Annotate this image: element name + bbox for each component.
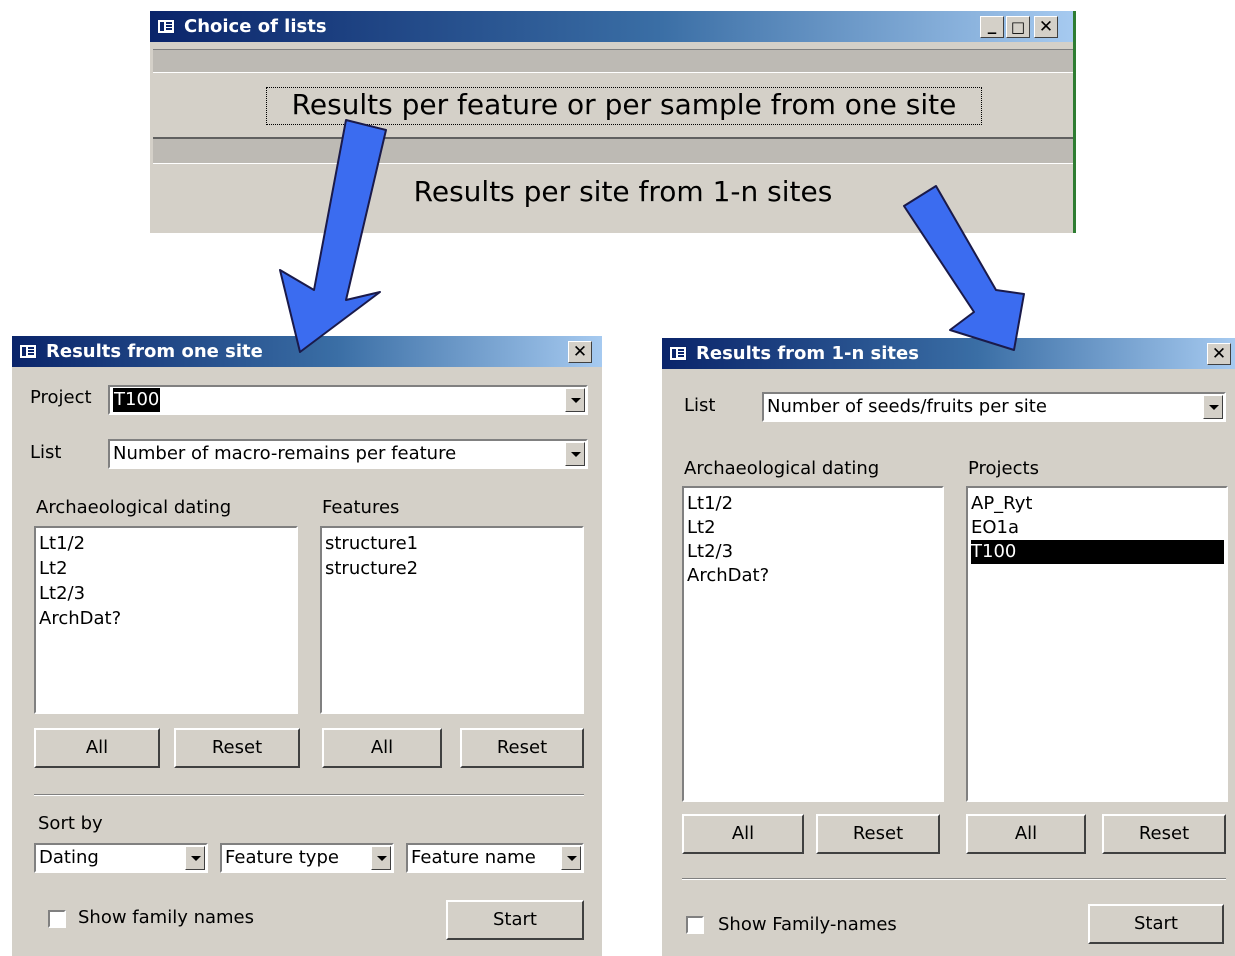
sort-by-label: Sort by [38, 813, 103, 834]
multi-site-title: Results from 1-n sites [696, 343, 919, 364]
projects-listbox[interactable]: AP_Ryt EO1a T100 [966, 486, 1228, 802]
band-top [153, 49, 1073, 73]
project-combo[interactable]: T100 [108, 385, 588, 415]
list-item[interactable]: Lt1/2 [39, 532, 85, 556]
list-item[interactable]: structure1 [325, 532, 418, 556]
divider [682, 878, 1226, 880]
dating-all-button[interactable]: All [34, 728, 160, 768]
list-combo[interactable]: Number of seeds/fruits per site [762, 392, 1226, 422]
list-item[interactable]: EO1a [971, 516, 1019, 540]
list-item[interactable]: Lt2 [39, 557, 68, 581]
one-site-title: Results from one site [46, 341, 263, 362]
list-item[interactable]: ArchDat? [39, 607, 121, 631]
dating-listbox[interactable]: Lt1/2 Lt2 Lt2/3 ArchDat? [34, 526, 298, 714]
close-icon[interactable]: ✕ [1207, 343, 1231, 365]
chevron-down-icon[interactable] [371, 846, 391, 870]
dating-reset-button[interactable]: Reset [816, 814, 940, 854]
projects-reset-button[interactable]: Reset [1102, 814, 1226, 854]
list-value: Number of macro-remains per feature [113, 443, 457, 464]
list-item[interactable]: Lt1/2 [687, 492, 733, 516]
choice-window-titlebar[interactable]: Choice of lists _ □ ✕ [150, 11, 1073, 42]
chevron-down-icon[interactable] [565, 442, 585, 466]
one-site-titlebar[interactable]: Results from one site ✕ [12, 336, 602, 367]
projects-heading: Projects [968, 458, 1039, 479]
list-label: List [684, 395, 716, 416]
results-multi-site-window: Results from 1-n sites ✕ List Number of … [660, 338, 1235, 956]
dating-all-button[interactable]: All [682, 814, 804, 854]
sort-feature-name-value: Feature name [411, 847, 536, 868]
features-heading: Features [322, 497, 400, 518]
dating-heading: Archaeological dating [36, 497, 232, 518]
show-family-names-label: Show family names [78, 907, 254, 928]
sort-dating-select[interactable]: Dating [34, 843, 208, 873]
chevron-down-icon[interactable] [185, 846, 205, 870]
option-results-per-site[interactable]: Results per site from 1-n sites [266, 175, 980, 211]
features-listbox[interactable]: structure1 structure2 [320, 526, 584, 714]
features-all-button[interactable]: All [322, 728, 442, 768]
sort-dating-value: Dating [39, 847, 99, 868]
chevron-down-icon[interactable] [561, 846, 581, 870]
project-label: Project [30, 387, 92, 408]
sort-feature-type-value: Feature type [225, 847, 339, 868]
start-button[interactable]: Start [446, 900, 584, 940]
list-item[interactable]: Lt2/3 [687, 540, 733, 564]
list-item[interactable]: ArchDat? [687, 564, 769, 588]
chevron-down-icon[interactable] [565, 388, 585, 412]
maximize-button[interactable]: □ [1006, 16, 1030, 38]
list-item-selected[interactable]: T100 [971, 540, 1224, 564]
show-family-names-label: Show Family-names [718, 914, 897, 935]
choice-of-lists-window: Choice of lists _ □ ✕ Results per featur… [150, 11, 1076, 233]
list-item[interactable]: Lt2 [687, 516, 716, 540]
list-value: Number of seeds/fruits per site [767, 396, 1047, 417]
minimize-button[interactable]: _ [980, 16, 1004, 38]
close-icon[interactable]: ✕ [1034, 16, 1058, 38]
show-family-names-checkbox[interactable] [686, 916, 704, 934]
start-button[interactable]: Start [1088, 904, 1224, 944]
sort-feature-type-select[interactable]: Feature type [220, 843, 394, 873]
dating-reset-button[interactable]: Reset [174, 728, 300, 768]
choice-window-title: Choice of lists [184, 16, 327, 37]
form-icon [19, 344, 37, 359]
band-middle [153, 137, 1073, 164]
projects-all-button[interactable]: All [966, 814, 1086, 854]
close-icon[interactable]: ✕ [568, 341, 592, 363]
list-combo[interactable]: Number of macro-remains per feature [108, 439, 588, 469]
project-value: T100 [113, 388, 161, 412]
option-results-per-feature[interactable]: Results per feature or per sample from o… [266, 87, 982, 125]
chevron-down-icon[interactable] [1203, 395, 1223, 419]
list-item[interactable]: structure2 [325, 557, 418, 581]
form-icon [669, 346, 687, 361]
show-family-names-checkbox[interactable] [48, 910, 66, 928]
list-item[interactable]: Lt2/3 [39, 582, 85, 606]
list-label: List [30, 442, 62, 463]
multi-site-titlebar[interactable]: Results from 1-n sites ✕ [662, 338, 1235, 369]
dating-heading: Archaeological dating [684, 458, 880, 479]
form-icon [157, 19, 175, 34]
dating-listbox[interactable]: Lt1/2 Lt2 Lt2/3 ArchDat? [682, 486, 944, 802]
list-item[interactable]: AP_Ryt [971, 492, 1032, 516]
divider [34, 794, 584, 796]
sort-feature-name-select[interactable]: Feature name [406, 843, 584, 873]
results-one-site-window: Results from one site ✕ Project T100 Lis… [10, 336, 602, 956]
features-reset-button[interactable]: Reset [460, 728, 584, 768]
